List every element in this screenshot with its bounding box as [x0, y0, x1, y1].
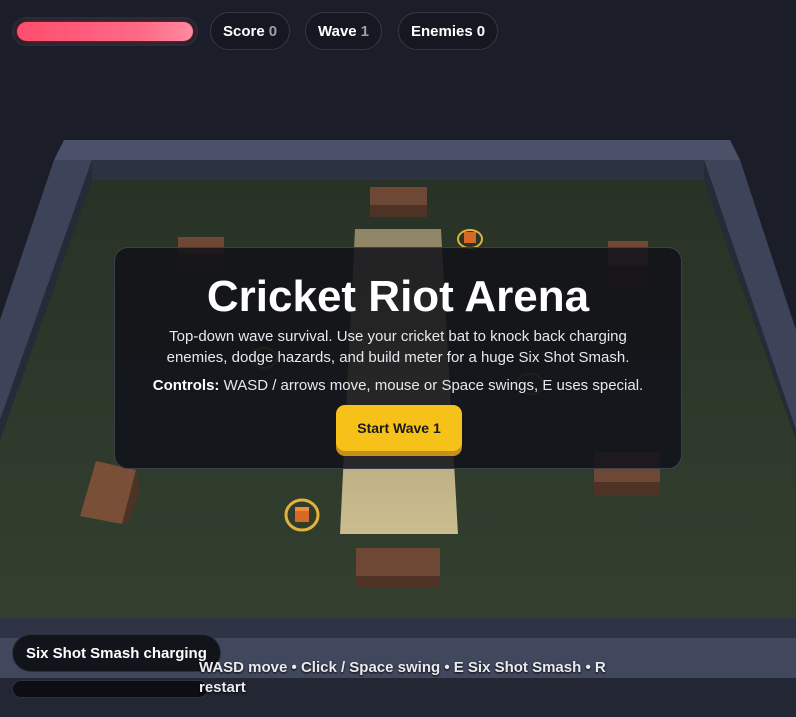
arena-wall-back: [54, 140, 740, 160]
enemies-label: Enemies: [411, 22, 473, 40]
health-bar-fill: [17, 22, 193, 41]
wave-label: Wave: [318, 22, 357, 40]
controls-label: Controls:: [152, 377, 220, 394]
score-label: Score: [223, 22, 265, 40]
start-wave-button[interactable]: Start Wave 1: [336, 405, 462, 451]
special-status: Six Shot Smash charging: [12, 634, 221, 672]
wave-display: Wave 1: [305, 12, 382, 50]
game-title: Cricket Riot Arena: [206, 272, 590, 321]
controls-info: Controls: WASD / arrows move, mouse or S…: [115, 376, 681, 396]
special-meter: [12, 680, 208, 698]
special-status-label: Six Shot Smash charging: [26, 644, 207, 662]
enemies-value: 0: [476, 22, 486, 40]
arena-wall-back-face: [92, 160, 704, 180]
wave-value: 1: [360, 22, 369, 40]
crate-obstacle: [370, 187, 427, 217]
crate-obstacle: [356, 548, 440, 588]
controls-help: WASD move • Click / Space swing • E Six …: [199, 659, 606, 696]
game-description: Top-down wave survival. Use your cricket…: [166, 328, 630, 366]
health-bar: [12, 17, 198, 46]
enemies-display: Enemies 0: [398, 12, 499, 50]
controls-text: WASD / arrows move, mouse or Space swing…: [223, 377, 644, 394]
score-value: 0: [268, 22, 278, 40]
score-display: Score 0: [210, 12, 291, 50]
start-overlay: Cricket Riot Arena Top-down wave surviva…: [114, 247, 682, 469]
